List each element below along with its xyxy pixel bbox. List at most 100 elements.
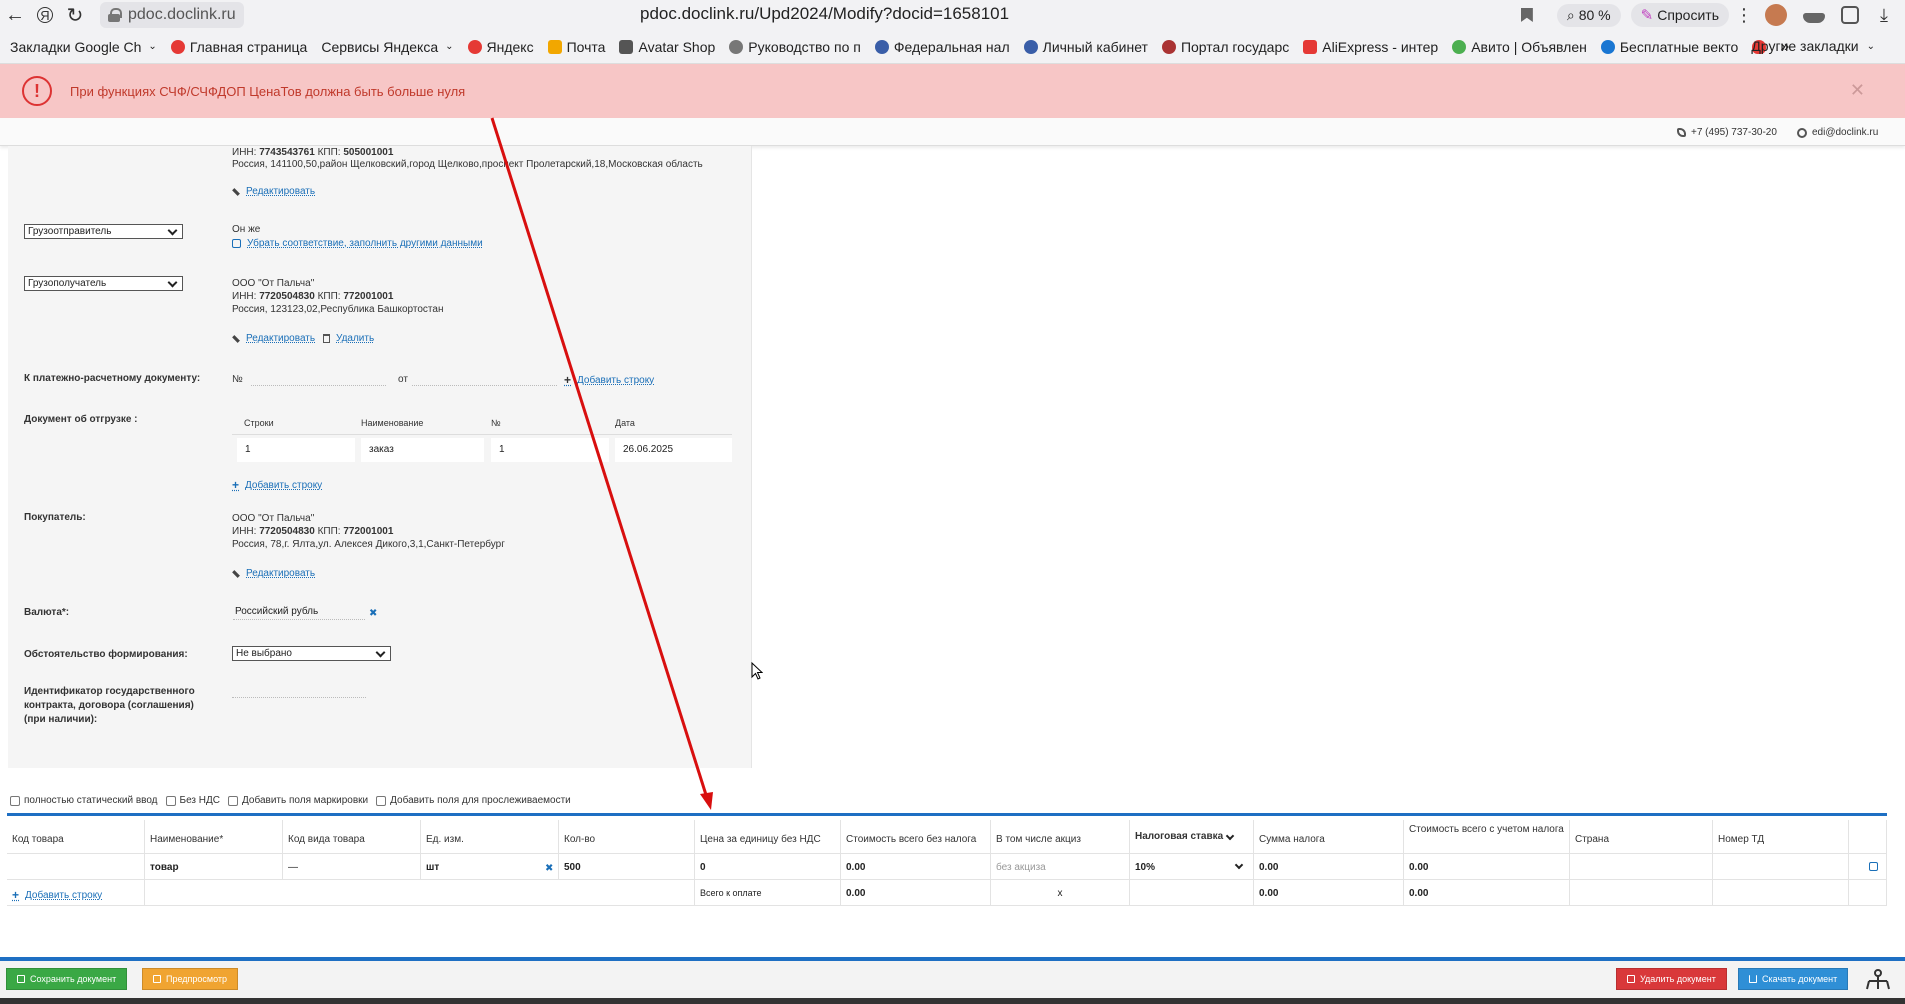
traceability-fields-option[interactable]: Добавить поля для прослеживаемости — [376, 795, 571, 806]
plus-icon: + — [232, 478, 240, 492]
country-cell[interactable] — [1570, 854, 1713, 880]
address-bar[interactable]: pdoc.doclink.ru/Upd2024/Modify?docid=165… — [640, 4, 1009, 24]
back-arrow-icon[interactable]: ← — [0, 0, 30, 30]
tax-rate-header[interactable]: Налоговая ставка — [1130, 820, 1254, 854]
quantity-cell[interactable]: 500 — [559, 854, 695, 880]
bookmark-item[interactable]: Личный кабинет — [1023, 39, 1148, 55]
checkbox[interactable] — [228, 795, 238, 806]
checkbox-icon — [232, 239, 241, 248]
gosuslugi-icon — [1161, 39, 1176, 54]
site-pill[interactable]: pdoc.doclink.ru — [100, 2, 244, 28]
td-number-cell[interactable] — [1713, 854, 1849, 880]
contact-bar: +7 (495) 737-30-20 edi@doclink.ru — [0, 118, 1905, 146]
clear-currency-icon[interactable]: ✖ — [369, 608, 377, 619]
shipping-add-row-link[interactable]: + Добавить строку — [232, 478, 322, 492]
total-with-tax-cell: 0.00 — [1404, 854, 1570, 880]
product-code-cell[interactable] — [7, 854, 145, 880]
consignor-select[interactable]: Грузоотправитель — [24, 224, 183, 239]
bookmark-item[interactable]: Почта — [547, 39, 605, 55]
payment-from-label: от — [398, 374, 408, 385]
yandex-home-icon[interactable]: Я — [30, 0, 60, 30]
bookmark-item[interactable]: Портал государс — [1161, 39, 1289, 55]
other-bookmarks[interactable]: Другие закладки ⌄ — [1751, 38, 1875, 54]
shipping-doc-label: Документ об отгрузке : — [24, 414, 138, 425]
clear-unit-icon[interactable]: ✖ — [545, 863, 553, 874]
bookmark-icon[interactable] — [1520, 8, 1533, 22]
buyer-name: ООО "От Пальча" — [232, 513, 315, 524]
add-row-link[interactable]: + Добавить строку — [12, 888, 144, 902]
gov-contract-input[interactable] — [232, 684, 366, 698]
bookmark-item[interactable]: Яндекс — [467, 39, 534, 55]
bookmark-item[interactable]: Руководство по п — [729, 39, 861, 55]
product-name-cell[interactable]: товар — [145, 854, 283, 880]
bookmark-item[interactable]: Avatar Shop — [619, 39, 715, 55]
currency-input[interactable]: Российский рубль — [233, 606, 365, 620]
static-input-option[interactable]: полностью статический ввод — [10, 795, 158, 806]
column-header: Сумма налога — [1254, 820, 1404, 854]
download-label: Скачать документ — [1762, 974, 1838, 984]
shipping-lines-input[interactable]: 1 — [237, 438, 355, 462]
seller-edit-link[interactable]: Редактировать — [232, 186, 315, 197]
product-kind-cell[interactable]: — — [283, 854, 421, 880]
bookmark-item[interactable]: Авито | Объявлен — [1452, 39, 1587, 55]
circumstance-select[interactable]: Не выбрано — [232, 646, 391, 661]
bookmark-item[interactable]: Закладки Google Ch ⌄ — [10, 39, 157, 55]
alert-message: При функциях СЧФ/СЧФДОП ЦенаТов должна б… — [70, 83, 466, 99]
close-icon[interactable]: ✕ — [1850, 80, 1865, 101]
shipping-date-input[interactable]: 26.06.2025 — [615, 438, 732, 462]
zoom-indicator[interactable]: ⌕ 80 % — [1556, 3, 1621, 27]
marking-fields-option[interactable]: Добавить поля маркировки — [228, 795, 368, 806]
emblem-icon — [1023, 39, 1038, 54]
arrow-head — [700, 792, 713, 810]
payment-date-input[interactable] — [412, 372, 557, 386]
bookmark-item[interactable]: Бесплатные векто — [1600, 39, 1738, 55]
email-address[interactable]: edi@doclink.ru — [1812, 127, 1878, 138]
emblem-icon — [874, 39, 889, 54]
preview-button[interactable]: Предпросмотр — [142, 968, 239, 990]
buyer-edit-link[interactable]: Редактировать — [232, 568, 315, 579]
ask-button[interactable]: ✎ Спросить — [1630, 3, 1729, 27]
checkbox[interactable] — [376, 795, 387, 806]
footer-empty — [1713, 880, 1849, 906]
collections-icon[interactable] — [1841, 6, 1859, 24]
bookmark-item[interactable]: AliExpress - интер — [1303, 39, 1438, 55]
download-icon[interactable]: ⤓ — [1869, 0, 1899, 30]
email-contact[interactable]: edi@doclink.ru — [1797, 127, 1878, 138]
shipping-number-input[interactable]: 1 — [491, 438, 609, 462]
bookmark-item[interactable]: Сервисы Яндекса ⌄ — [321, 39, 453, 55]
bookmark-item[interactable]: Главная страница — [170, 39, 307, 55]
reload-icon[interactable]: ↻ — [60, 0, 90, 30]
bookmark-label: Сервисы Яндекса — [321, 38, 439, 55]
document-form: ИНН: 7743543761 КПП: 505001001 Россия, 1… — [8, 146, 752, 768]
consignee-select[interactable]: Грузополучатель — [24, 276, 183, 291]
hat-extension-icon[interactable] — [1803, 13, 1825, 23]
network-icon[interactable] — [1865, 967, 1891, 993]
grand-total-excise: х — [991, 880, 1130, 906]
consignee-select-value: Грузополучатель — [28, 278, 107, 289]
shipping-doc-headers: Строки Наименование № Дата — [232, 418, 732, 434]
copy-row-icon[interactable] — [1869, 862, 1878, 871]
row-actions-cell — [1849, 854, 1887, 880]
bookmark-item[interactable]: Федеральная нал — [874, 39, 1010, 55]
payment-add-row-link[interactable]: + Добавить строку — [564, 373, 654, 387]
download-document-button[interactable]: Скачать документ — [1738, 968, 1849, 990]
excise-cell[interactable]: без акциза — [991, 854, 1130, 880]
preview-icon — [153, 975, 161, 983]
unit-cell[interactable]: шт ✖ — [421, 854, 559, 880]
consignor-unlink[interactable]: Убрать соответствие, заполнить другими д… — [232, 238, 483, 249]
delete-document-button[interactable]: Удалить документ — [1616, 968, 1727, 990]
add-product-row[interactable]: + Добавить строку — [7, 880, 145, 906]
extension-icon[interactable] — [1765, 4, 1787, 26]
checkbox[interactable] — [10, 795, 20, 806]
save-document-button[interactable]: Сохранить документ — [6, 968, 128, 990]
shipping-name-input[interactable]: заказ — [361, 438, 484, 462]
no-vat-option[interactable]: Без НДС — [165, 795, 220, 806]
payment-number-input[interactable] — [251, 372, 386, 386]
chevron-down-icon: ⌄ — [445, 41, 454, 52]
consignee-delete-link[interactable]: Удалить — [323, 333, 374, 344]
checkbox[interactable] — [165, 795, 176, 806]
consignee-edit-link[interactable]: Редактировать — [232, 333, 315, 344]
tax-rate-select[interactable]: 10% — [1130, 854, 1254, 880]
more-menu-icon[interactable]: ⋮ — [1733, 5, 1755, 26]
price-cell[interactable]: 0 — [695, 854, 841, 880]
